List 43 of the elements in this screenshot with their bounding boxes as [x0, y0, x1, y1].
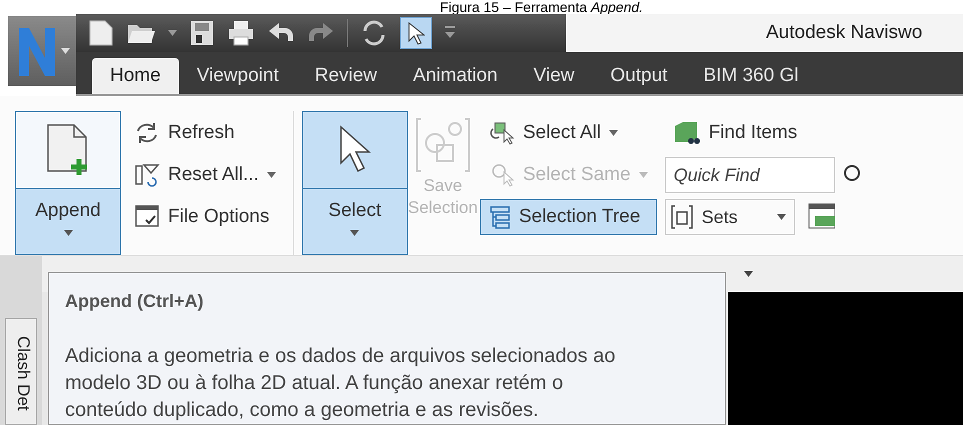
ribbon-tab[interactable]: Animation: [395, 58, 516, 94]
ribbon-tab[interactable]: Review: [296, 58, 396, 94]
caret-icon: [638, 172, 648, 178]
ribbon-tab[interactable]: Viewpoint: [178, 58, 297, 94]
caret-icon: [608, 130, 618, 136]
reset-button[interactable]: Reset All...: [125, 157, 285, 193]
cursor-boxes-icon: [488, 121, 515, 145]
quick-find-field[interactable]: Quick Find: [664, 157, 835, 193]
caret-icon: [60, 48, 70, 54]
select-tool-button[interactable]: [400, 17, 432, 49]
ribbon-tab[interactable]: Output: [592, 58, 686, 94]
select-button[interactable]: Select: [302, 111, 408, 255]
cursor-icon: [407, 21, 425, 45]
side-tab[interactable]: Clash Det: [5, 318, 37, 425]
tree-icon: [488, 205, 511, 229]
caret-icon: [168, 30, 177, 36]
caret-icon: [64, 230, 72, 236]
refresh-icon: [134, 121, 160, 145]
refresh-button[interactable]: Refresh: [125, 115, 285, 151]
shapes-gear-icon: [414, 115, 471, 175]
caret-icon: [776, 214, 786, 220]
ribbon-tab[interactable]: BIM 360 Gl: [685, 58, 816, 94]
window-check-icon: [134, 204, 160, 230]
window-title: Autodesk Naviswo: [766, 20, 922, 45]
caret-icon: [350, 230, 360, 236]
save-icon[interactable]: [189, 19, 215, 47]
caret-icon: [266, 172, 276, 178]
caret-icon: [744, 271, 753, 277]
tree-button[interactable]: Selection Tree: [480, 199, 657, 235]
funnel-icon: [134, 162, 160, 188]
sets-icon: [670, 204, 694, 230]
ribbon-tab[interactable]: Home: [92, 58, 179, 94]
figure-caption: Figura 15 – Ferramenta Append.: [438, 0, 644, 14]
tooltip-text: Adiciona a geometria e os dados de arquivos selecionados ao modelo 3D ou à folha 2D atual. A função anexar retém o conteúdo duplicado, como a geometria e as revisões.: [65, 344, 616, 423]
print-icon[interactable]: [227, 19, 255, 47]
select-all-button[interactable]: Select All: [480, 115, 657, 151]
options-button[interactable]: File Options: [125, 199, 285, 235]
ribbon-tab[interactable]: View: [516, 58, 592, 94]
find-items-button[interactable]: Find Items: [664, 115, 865, 151]
sets-dropdown[interactable]: Sets: [664, 199, 795, 235]
new-file-icon[interactable]: [88, 19, 114, 47]
tooltip-title: Append (Ctrl+A): [65, 290, 204, 313]
append-button[interactable]: Append: [15, 111, 121, 255]
